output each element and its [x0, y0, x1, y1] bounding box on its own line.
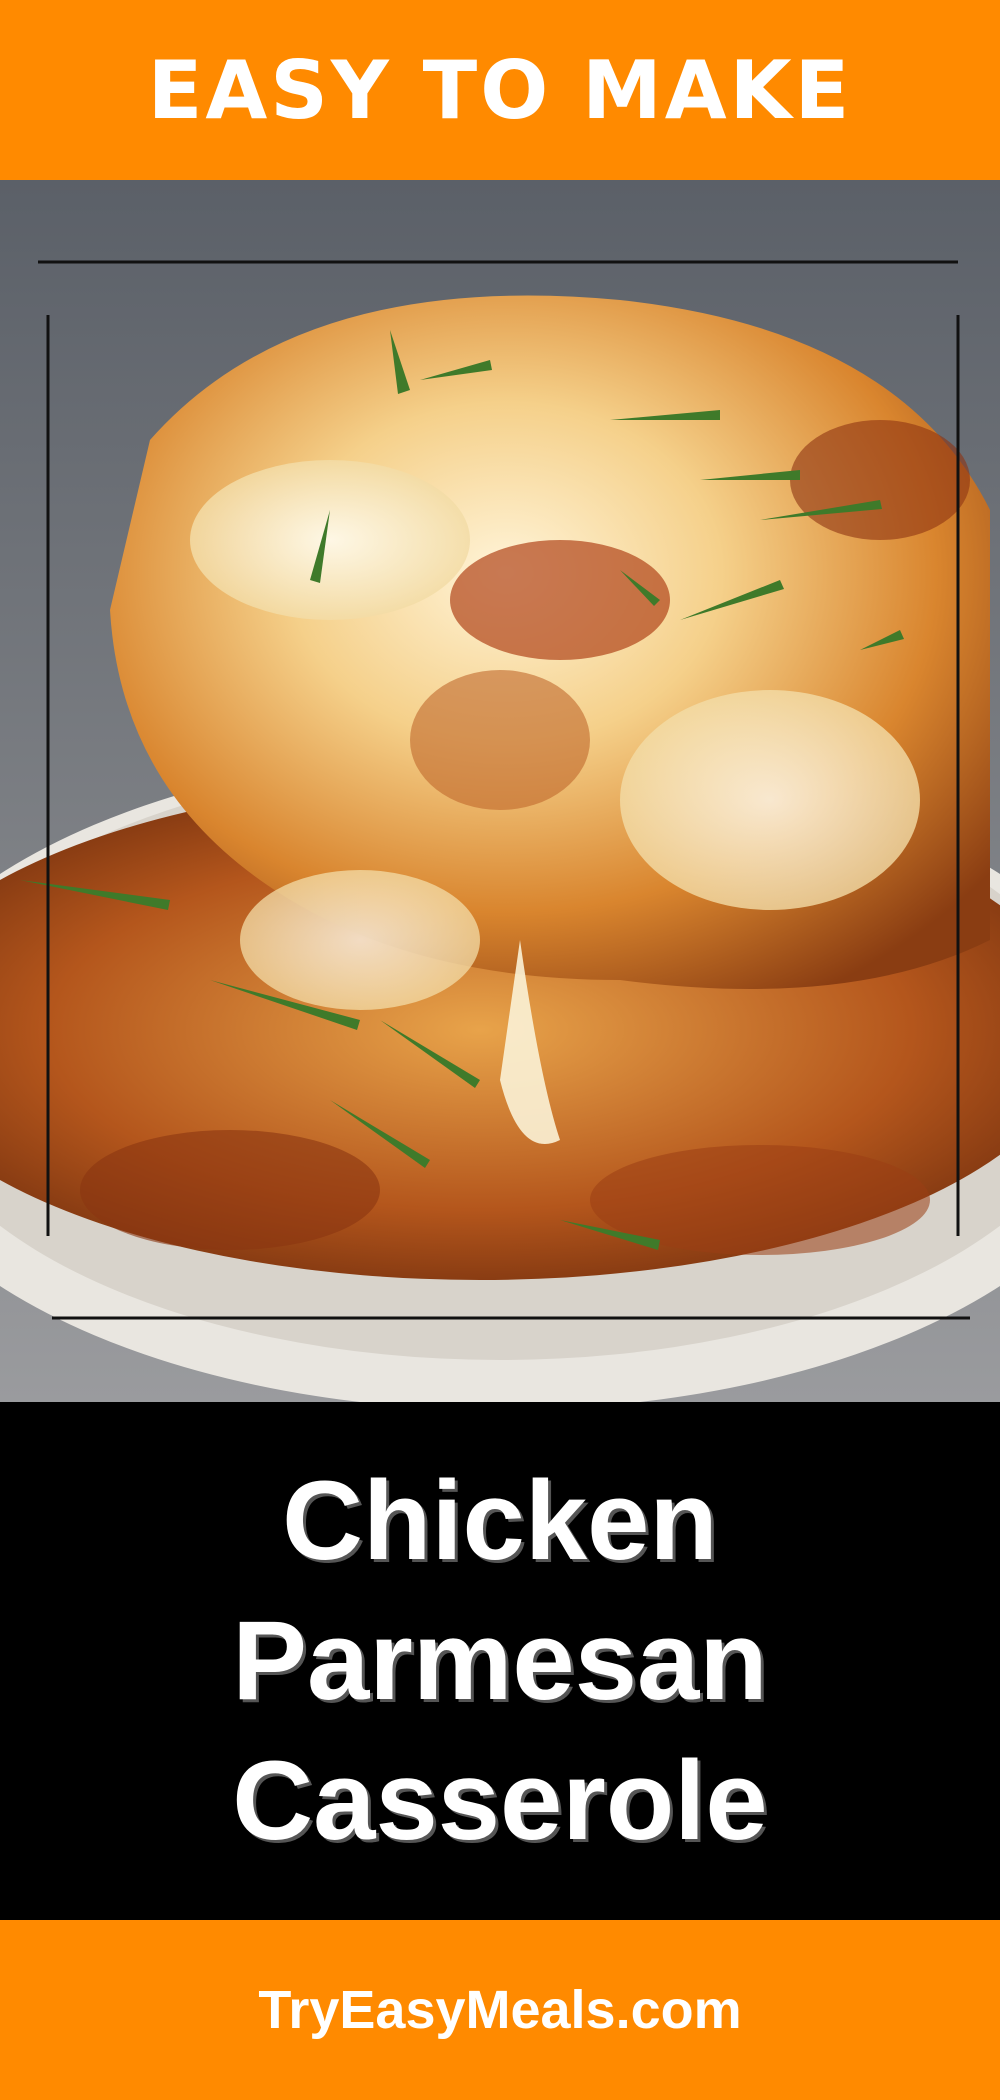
title-panel: Chicken Parmesan Casserole	[0, 1402, 1000, 1920]
bottom-banner: TryEasyMeals.com	[0, 1920, 1000, 2100]
food-photo	[0, 180, 1000, 1402]
title-line-3: Casserole	[232, 1738, 768, 1863]
title-line-1: Chicken	[282, 1458, 718, 1583]
top-banner-text: EASY TO MAKE	[147, 43, 853, 137]
website-url: TryEasyMeals.com	[258, 1980, 742, 2040]
title-line-2: Parmesan	[232, 1598, 768, 1723]
top-banner: EASY TO MAKE	[0, 0, 1000, 180]
